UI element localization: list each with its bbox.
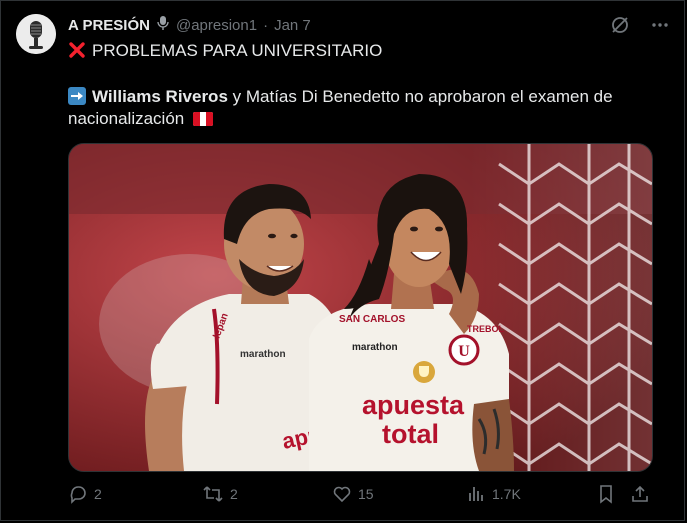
author-handle[interactable]: @apresion1 — [176, 17, 257, 34]
microphone-logo — [16, 14, 56, 54]
views-button[interactable]: 1.7K — [466, 484, 521, 504]
sponsor-sub: total — [382, 419, 439, 449]
u-crest: U — [458, 343, 470, 360]
peru-flag-icon — [192, 111, 213, 129]
players-photo: lepan apuesta total marathon SAN CARLOS … — [69, 144, 652, 471]
like-count: 15 — [358, 486, 374, 502]
share-button[interactable] — [630, 484, 650, 504]
reply-icon — [70, 486, 86, 504]
grok-icon[interactable] — [609, 14, 631, 36]
tweet-actions: 2 2 15 1.7K — [68, 484, 653, 506]
chest-brand: marathon — [352, 342, 398, 353]
cross-mark-icon — [68, 41, 86, 59]
like-button[interactable]: 15 — [332, 484, 374, 504]
bookmark-button[interactable] — [596, 484, 616, 504]
author-name[interactable]: A PRESIÓN — [68, 17, 150, 34]
header-actions — [609, 14, 671, 36]
line3-text: nacionalización — [68, 109, 185, 128]
microphone-icon — [156, 15, 170, 35]
repost-icon — [203, 486, 223, 502]
shoulder-sponsor-left: SAN CARLOS — [339, 314, 405, 325]
reply-count: 2 — [94, 486, 102, 502]
headline-text: PROBLEMAS PARA UNIVERSITARIO — [92, 41, 383, 60]
tweet-text-line-1: PROBLEMAS PARA UNIVERSITARIO — [68, 40, 382, 62]
tweet-date[interactable]: Jan 7 — [274, 17, 311, 34]
repost-button[interactable]: 2 — [202, 484, 238, 504]
tweet-header: A PRESIÓN @apresion1 · Jan 7 — [68, 14, 311, 36]
author-avatar[interactable] — [16, 14, 56, 54]
line2-rest: y Matías Di Benedetto no aprobaron el ex… — [227, 87, 613, 106]
tweet-photo[interactable]: lepan apuesta total marathon SAN CARLOS … — [68, 143, 653, 472]
views-count: 1.7K — [492, 486, 521, 502]
heart-icon — [333, 486, 351, 503]
tweet-text-line-2: Williams Riveros y Matías Di Benedetto n… — [68, 86, 613, 108]
more-options-icon[interactable] — [649, 14, 671, 36]
sponsor-main: apuesta — [362, 390, 465, 420]
left-chest-brand: marathon — [240, 349, 286, 360]
repost-count: 2 — [230, 486, 238, 502]
share-icon — [632, 485, 648, 502]
shoulder-sponsor-right: TREBOL — [467, 324, 505, 334]
player-name-bold: Williams Riveros — [92, 87, 228, 106]
header-separator: · — [263, 16, 269, 34]
views-icon — [469, 487, 483, 501]
reply-button[interactable]: 2 — [68, 484, 102, 504]
bookmark-icon — [600, 485, 612, 504]
tweet-text-line-3: nacionalización — [68, 108, 213, 130]
right-arrow-icon — [68, 87, 86, 105]
